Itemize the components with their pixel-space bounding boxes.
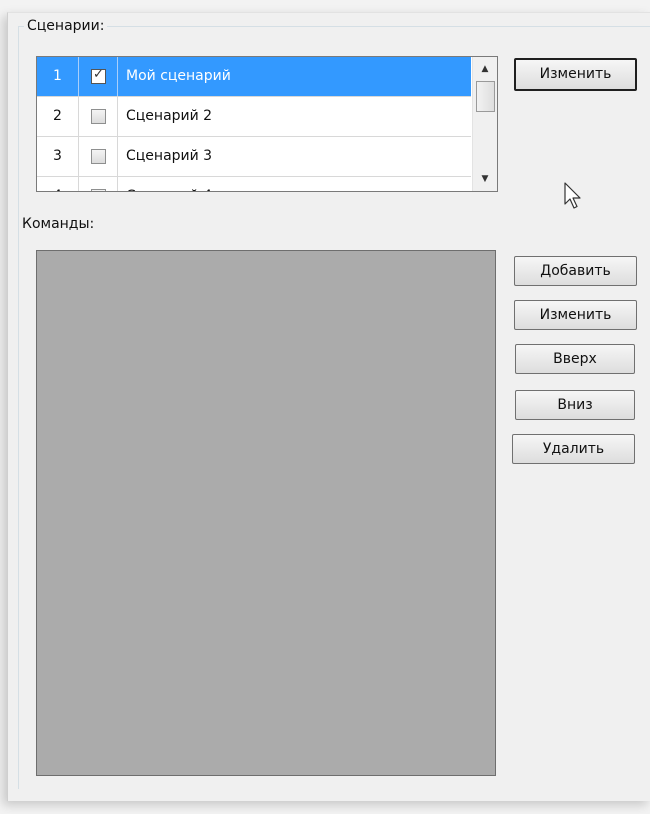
- add-command-button[interactable]: Добавить: [514, 256, 637, 286]
- delete-command-button[interactable]: Удалить: [512, 434, 635, 464]
- scenario-number: 3: [37, 137, 79, 176]
- edit-command-button[interactable]: Изменить: [514, 300, 637, 330]
- scenario-enabled-cell[interactable]: [79, 177, 118, 191]
- scenario-enabled-checkbox[interactable]: [91, 109, 106, 124]
- scenario-row[interactable]: 3 Сценарий 3: [37, 137, 471, 177]
- scenario-name: Мой сценарий: [126, 68, 231, 84]
- scroll-thumb[interactable]: [476, 81, 495, 112]
- scenario-enabled-cell[interactable]: [79, 137, 118, 176]
- scenario-row[interactable]: 1 ✓ Мой сценарий: [37, 57, 471, 97]
- scenario-name: Сценарий 2: [126, 108, 213, 124]
- scenario-number: 1: [37, 57, 79, 96]
- scenario-number: 2: [37, 97, 79, 136]
- scenarios-label: Сценарии:: [24, 18, 108, 34]
- edit-scenario-button[interactable]: Изменить: [514, 58, 637, 91]
- scroll-up-arrow-icon[interactable]: ▲: [473, 59, 497, 79]
- scenario-number: 4: [37, 177, 79, 191]
- scenario-row[interactable]: 4 Сценарий 4: [37, 177, 471, 191]
- scroll-down-arrow-icon[interactable]: ▼: [473, 169, 497, 189]
- scenario-enabled-cell[interactable]: ✓: [79, 57, 118, 96]
- move-up-button[interactable]: Вверх: [515, 344, 635, 374]
- scenario-row[interactable]: 2 Сценарий 2: [37, 97, 471, 137]
- scenario-enabled-checkbox[interactable]: [91, 149, 106, 164]
- scenario-enabled-checkbox[interactable]: [91, 189, 106, 191]
- scenarios-grid[interactable]: 1 ✓ Мой сценарий 2 Сценарий 2 3 Сценарий…: [36, 56, 498, 192]
- commands-label: Команды:: [22, 216, 95, 232]
- commands-list[interactable]: [36, 250, 496, 776]
- scenario-name: Сценарий 4: [126, 177, 471, 191]
- scenario-enabled-checkbox[interactable]: ✓: [91, 67, 106, 84]
- scenario-enabled-cell[interactable]: [79, 97, 118, 136]
- move-down-button[interactable]: Вниз: [515, 390, 635, 420]
- checkmark-icon: ✓: [93, 67, 104, 82]
- mouse-pointer-icon: [564, 182, 581, 209]
- scenarios-rows: 1 ✓ Мой сценарий 2 Сценарий 2 3 Сценарий…: [37, 57, 471, 191]
- scenario-name: Сценарий 3: [126, 148, 213, 164]
- scenarios-scrollbar[interactable]: ▲ ▼: [472, 57, 497, 191]
